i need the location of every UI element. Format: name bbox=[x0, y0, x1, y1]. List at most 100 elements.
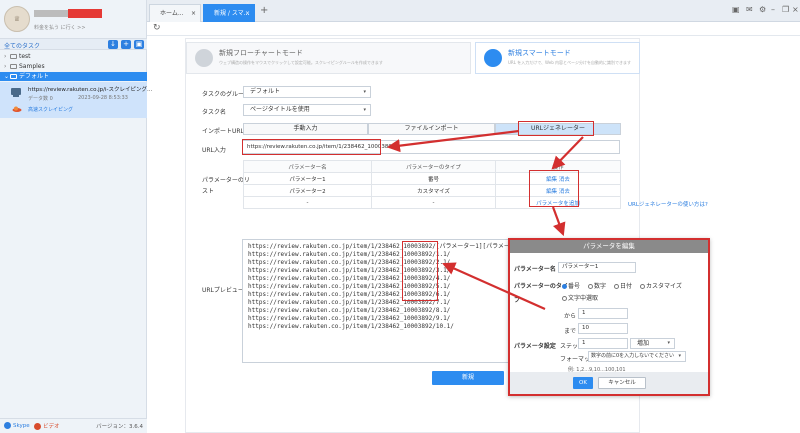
format-select[interactable]: 数字の前に0を入力しないでください ▾ bbox=[588, 351, 686, 362]
param-name: パラメーター1 bbox=[243, 172, 372, 185]
tree-item-label: Samples bbox=[19, 63, 45, 70]
caret-down-icon: ▾ bbox=[363, 89, 366, 95]
param-name-input[interactable]: パラメーター1 bbox=[558, 262, 636, 273]
mode-selector: 新規フローチャートモード ウェブ構造の操作をマウスでクリックして設定可能。スクレ… bbox=[186, 39, 641, 79]
folder-icon bbox=[10, 74, 17, 79]
radio-icon bbox=[562, 296, 567, 301]
radio-label: カスタマイズ bbox=[646, 283, 682, 290]
gear-icon[interactable]: ⚙ bbox=[759, 5, 766, 14]
task-icon bbox=[11, 88, 21, 97]
task-group-value: デフォルト bbox=[250, 88, 281, 95]
tab-home[interactable]: ホーム... × bbox=[149, 4, 201, 22]
task-date: 2023-09-28 8:53:33 bbox=[78, 95, 128, 101]
cloud-icon bbox=[12, 106, 22, 112]
from-input[interactable]: 1 bbox=[578, 308, 628, 319]
user-profile[interactable]: ♕ 料金を払う に行く >> bbox=[4, 4, 144, 38]
radio-extract[interactable]: 文字中選取 bbox=[562, 293, 598, 302]
radio-number[interactable]: 番号 bbox=[562, 281, 580, 290]
add-folder-icon[interactable]: ▣ bbox=[134, 40, 144, 49]
task-name-label: タスク名 bbox=[202, 109, 227, 116]
fast-scrape-link[interactable]: 高速スクレイピング bbox=[28, 106, 73, 113]
param-name: - bbox=[243, 196, 372, 209]
highlight-box bbox=[402, 241, 438, 301]
url-preview-label: URLプレビュー bbox=[202, 287, 244, 294]
video-link[interactable]: ビデオ bbox=[34, 422, 60, 430]
mode-title: 新規フローチャートモード bbox=[219, 49, 303, 57]
caret-down-icon: ▾ bbox=[678, 353, 681, 359]
cancel-button[interactable]: キャンセル bbox=[598, 377, 646, 389]
sidebar-footer: Skype ビデオ バージョン：3.6.4 bbox=[0, 418, 147, 433]
refresh-icon[interactable]: ↻ bbox=[153, 23, 161, 33]
file-import-option[interactable]: ファイルインポート bbox=[368, 123, 495, 135]
close-icon[interactable]: × bbox=[245, 5, 250, 22]
toolbar: ↻ bbox=[147, 22, 800, 36]
tree-item-samples[interactable]: › Samples bbox=[0, 62, 147, 71]
url-generator-help-link[interactable]: URLジェネレーターの使い方は? bbox=[628, 200, 708, 208]
tab-bar: ホーム... × 新規 / スマ... × + ▣ ✉ ⚙ – ❐ × bbox=[147, 0, 800, 22]
task-name-value: ページタイトルを使用 bbox=[250, 106, 310, 113]
highlight-box bbox=[518, 121, 594, 136]
radio-label: 日付 bbox=[620, 283, 633, 290]
all-tasks-title[interactable]: 全てのタスク bbox=[4, 41, 40, 50]
radio-selected-icon bbox=[562, 284, 567, 289]
order-select[interactable]: 増加 ▾ bbox=[630, 338, 675, 349]
param-type: - bbox=[371, 196, 496, 209]
task-count-label: データ数 bbox=[28, 96, 49, 102]
task-item[interactable]: https://review.rakuten.co.jp/i-スクレイピング..… bbox=[0, 82, 152, 118]
video-icon bbox=[34, 423, 41, 430]
window-close-icon[interactable]: × bbox=[792, 5, 799, 14]
param-list-label-2: スト bbox=[202, 188, 215, 195]
avatar[interactable]: ♕ bbox=[4, 6, 30, 32]
radio-digit[interactable]: 数字 bbox=[588, 281, 606, 290]
skype-link[interactable]: Skype bbox=[4, 422, 30, 429]
skype-icon bbox=[4, 422, 11, 429]
flowchart-mode-card[interactable]: 新規フローチャートモード ウェブ構造の操作をマウスでクリックして設定可能。スクレ… bbox=[186, 42, 471, 74]
radio-icon bbox=[588, 284, 593, 289]
table-header: パラメーター名 bbox=[243, 160, 372, 173]
add-task-icon[interactable]: + bbox=[121, 40, 131, 49]
radio-label: 文字中選取 bbox=[568, 295, 599, 302]
manual-input-option[interactable]: 手動入力 bbox=[243, 123, 368, 135]
tree-item-default[interactable]: ⌄ デフォルト bbox=[0, 72, 147, 81]
highlight-box bbox=[242, 139, 381, 155]
message-icon[interactable]: ✉ bbox=[746, 5, 753, 14]
folder-icon bbox=[10, 54, 17, 59]
param-type-label: パラメーターのタイ bbox=[514, 283, 568, 290]
mode-desc: URL を入力だけで、Web 内容とページ分けを自動的に識別できます bbox=[508, 60, 631, 65]
download-icon[interactable]: ↓ bbox=[108, 40, 118, 49]
flowchart-icon bbox=[195, 49, 213, 67]
from-label: から bbox=[564, 313, 577, 320]
ok-button[interactable]: OK bbox=[573, 377, 593, 389]
skype-label: Skype bbox=[13, 423, 30, 429]
dialog-footer: OK キャンセル bbox=[510, 372, 708, 394]
mode-desc: ウェブ構造の操作をマウスでクリックして設定可能。スクレイピングルールを作成できま… bbox=[219, 60, 383, 65]
video-label: ビデオ bbox=[43, 424, 60, 430]
import-url-label: インポートURL bbox=[202, 128, 244, 135]
radio-custom[interactable]: カスタマイズ bbox=[640, 281, 682, 290]
user-badge-redacted bbox=[68, 9, 102, 18]
add-tab-icon[interactable]: + bbox=[260, 5, 268, 16]
task-group-select[interactable]: デフォルト ▾ bbox=[243, 86, 371, 98]
close-icon[interactable]: × bbox=[191, 5, 196, 22]
table-header: パラメーターのタイプ bbox=[371, 160, 496, 173]
smart-mode-card[interactable]: 新規スマートモード URL を入力だけで、Web 内容とページ分けを自動的に識別… bbox=[475, 42, 640, 74]
task-name-select[interactable]: ページタイトルを使用 ▾ bbox=[243, 104, 371, 116]
param-name-label: パラメーター名 bbox=[514, 266, 556, 273]
step-input[interactable]: 1 bbox=[578, 338, 628, 349]
caret-down-icon: ▾ bbox=[363, 107, 366, 113]
radio-date[interactable]: 日付 bbox=[614, 281, 632, 290]
caret-down-icon: ▾ bbox=[667, 340, 670, 346]
param-type: 番号 bbox=[371, 172, 496, 185]
minimize-icon[interactable]: – bbox=[771, 5, 775, 14]
tree-item-label: test bbox=[19, 53, 31, 60]
maximize-icon[interactable]: ❐ bbox=[782, 5, 789, 14]
upgrade-link[interactable]: 料金を払う に行く >> bbox=[34, 24, 86, 31]
gift-icon[interactable]: ▣ bbox=[732, 5, 740, 14]
to-input[interactable]: 10 bbox=[578, 323, 628, 334]
new-task-button[interactable]: 新規 bbox=[432, 371, 504, 385]
tab-new-smart[interactable]: 新規 / スマ... × bbox=[203, 4, 255, 22]
folder-icon bbox=[10, 64, 17, 69]
edit-param-dialog: パラメータを編集 パラメーター名 パラメーター1 パラメーターのタイ プ 番号 … bbox=[508, 238, 710, 396]
user-name-redacted bbox=[34, 10, 70, 17]
tree-item-test[interactable]: › test bbox=[0, 52, 147, 61]
